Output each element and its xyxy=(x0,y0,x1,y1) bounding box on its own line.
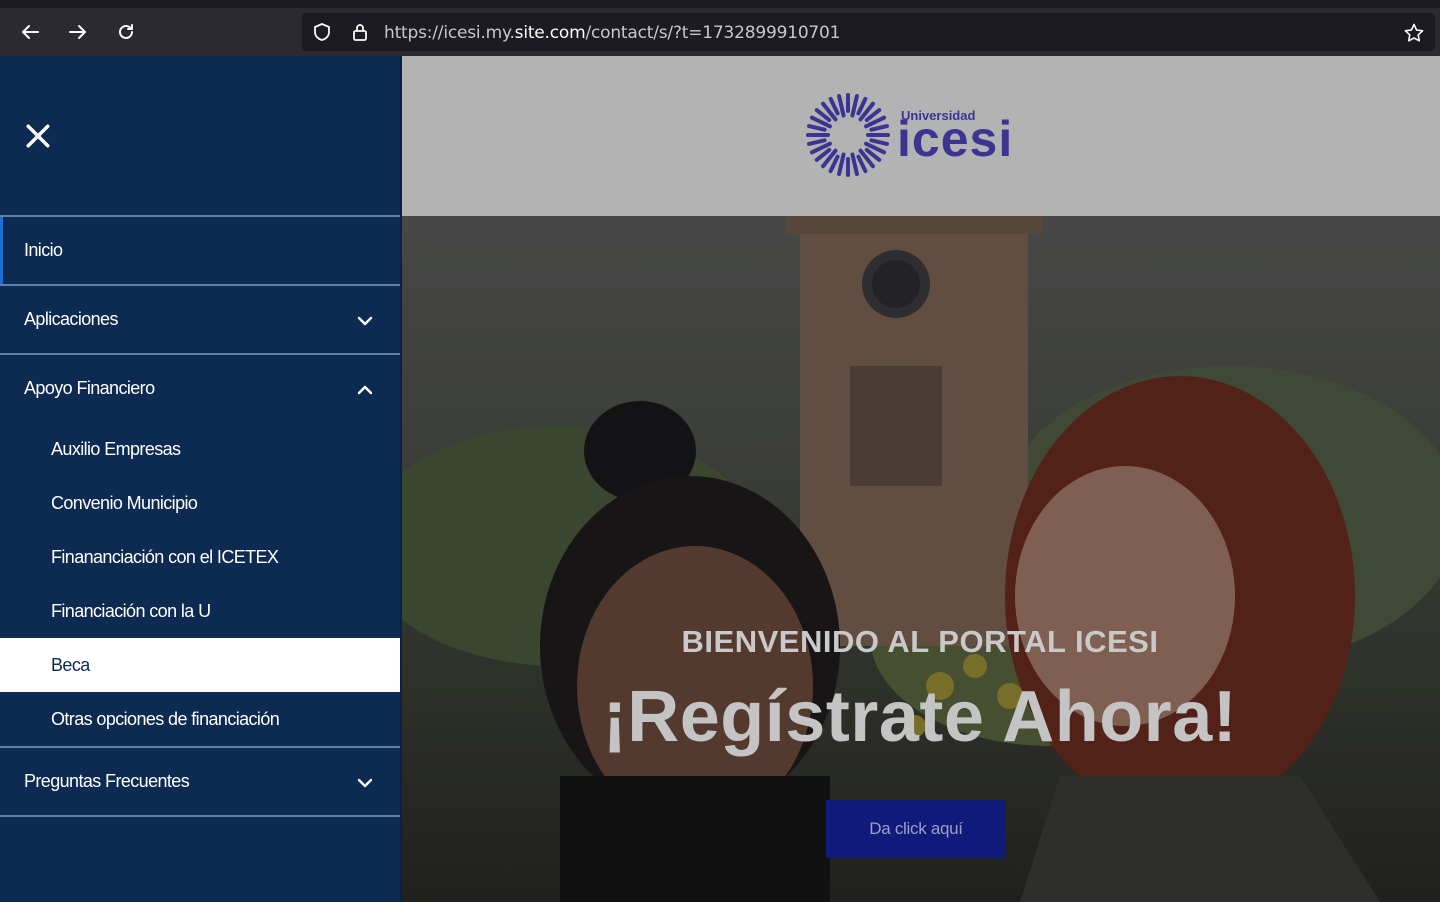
submenu-item-beca[interactable]: Beca xyxy=(0,638,400,692)
logo-ray xyxy=(837,152,846,176)
hero-subtitle: BIENVENIDO AL PORTAL ICESI xyxy=(681,624,1159,659)
icesi-logo[interactable]: Universidad icesi xyxy=(805,92,1035,178)
menu-item-label: Apoyo Financiero xyxy=(24,378,155,398)
url-path: /contact/s/?t=1732899910701 xyxy=(585,23,841,43)
menu-item-apoyo-financiero[interactable]: Apoyo Financiero xyxy=(0,353,400,422)
chevron-down-icon xyxy=(357,778,373,788)
close-icon xyxy=(26,124,50,148)
logo-big-text: icesi xyxy=(897,111,1014,167)
submenu-item-label: Auxilio Empresas xyxy=(51,438,181,459)
menu-item-label: Aplicaciones xyxy=(24,309,118,329)
back-arrow-icon[interactable] xyxy=(14,16,46,48)
bookmark-star-icon[interactable] xyxy=(1403,22,1425,44)
menu-divider xyxy=(0,815,400,817)
submenu-item-label: Otras opciones de financiación xyxy=(51,708,280,729)
shield-icon[interactable] xyxy=(312,22,332,42)
menu-item-label: Inicio xyxy=(24,240,63,260)
submenu-item-auxilio-empresas[interactable]: Auxilio Empresas xyxy=(0,422,400,476)
submenu-item-label: Convenio Municipio xyxy=(51,492,198,513)
address-bar[interactable]: https://icesi.my.site.com/contact/s/?t=1… xyxy=(302,13,1435,51)
reload-icon[interactable] xyxy=(110,16,142,48)
logo-ray xyxy=(850,94,859,118)
browser-toolbar: https://icesi.my.site.com/contact/s/?t=1… xyxy=(0,0,1440,56)
logo-ray xyxy=(856,154,868,174)
chevron-up-icon xyxy=(357,385,373,395)
logo-ray xyxy=(828,96,840,116)
submenu-item-icetex[interactable]: Finananciación con el ICETEX xyxy=(0,530,400,584)
menu-item-preguntas-frecuentes[interactable]: Preguntas Frecuentes xyxy=(0,746,400,815)
submenu-item-convenio-municipio[interactable]: Convenio Municipio xyxy=(0,476,400,530)
logo-ray xyxy=(869,124,889,132)
url-domain: site.com xyxy=(514,23,586,43)
url-prefix: https://icesi.my. xyxy=(384,23,515,43)
menu-list: Inicio Aplicaciones Apoyo Financiero Aux… xyxy=(0,215,400,817)
submenu-item-financiacion-u[interactable]: Financiación con la U xyxy=(0,584,400,638)
submenu-item-label: Finananciación con el ICETEX xyxy=(51,546,279,567)
close-menu-button[interactable] xyxy=(20,118,56,154)
lock-icon[interactable] xyxy=(350,22,370,42)
submenu-item-otras-opciones[interactable]: Otras opciones de financiación xyxy=(0,692,400,746)
menu-item-label: Preguntas Frecuentes xyxy=(24,771,190,791)
logo-ray xyxy=(828,154,840,174)
register-cta-button[interactable]: Da click aquí xyxy=(826,800,1006,858)
menu-item-inicio[interactable]: Inicio xyxy=(0,215,400,284)
logo-ray xyxy=(850,152,859,176)
chevron-down-icon xyxy=(357,316,373,326)
menu-item-aplicaciones[interactable]: Aplicaciones xyxy=(0,284,400,353)
forward-arrow-icon[interactable] xyxy=(62,16,94,48)
hero-title: ¡Regístrate Ahora! xyxy=(602,677,1238,757)
submenu-apoyo-financiero: Auxilio Empresas Convenio Municipio Fina… xyxy=(0,422,400,746)
logo-ray xyxy=(837,94,846,118)
icesi-sun-icon xyxy=(806,93,890,177)
side-menu: Inicio Aplicaciones Apoyo Financiero Aux… xyxy=(0,56,402,902)
logo-ray xyxy=(807,124,827,132)
logo-ray xyxy=(869,138,889,146)
logo-ray xyxy=(856,96,868,116)
url-text[interactable]: https://icesi.my.site.com/contact/s/?t=1… xyxy=(384,23,840,43)
logo-ray xyxy=(807,138,827,146)
submenu-item-label: Beca xyxy=(51,654,90,675)
submenu-item-label: Financiación con la U xyxy=(51,600,211,621)
